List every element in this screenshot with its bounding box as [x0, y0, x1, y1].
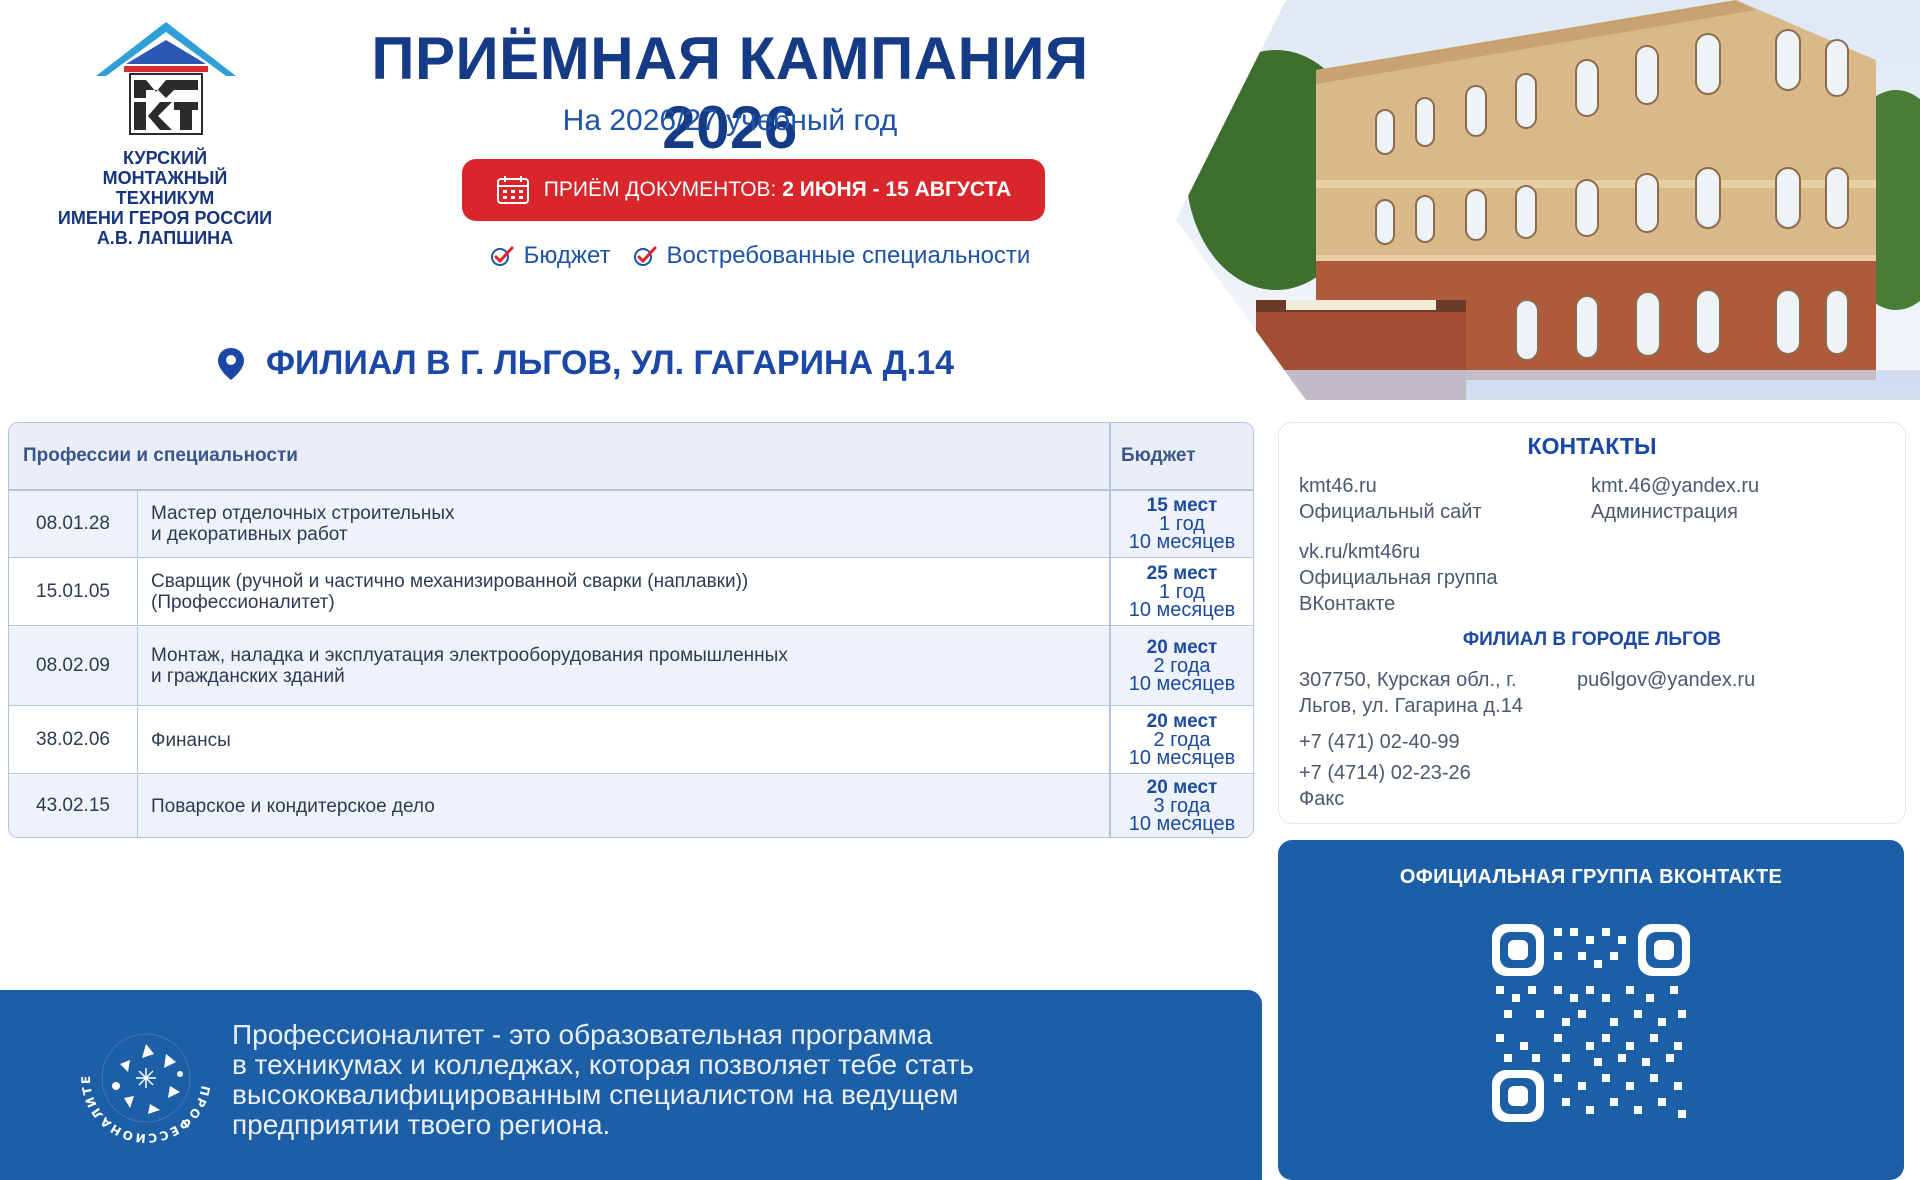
budget-cell: 20 мест 2 года 10 месяцев [1128, 637, 1236, 695]
tag-budget: Бюджет [490, 242, 611, 270]
specialty-code: 43.02.15 [9, 775, 138, 837]
calendar-icon [496, 176, 529, 204]
feature-tags: Бюджет Востребованные специальности [430, 242, 1090, 270]
vk-qr-card: ОФИЦИАЛЬНАЯ ГРУППА ВКОНТАКТЕ [1278, 840, 1904, 1180]
specialty-name: Финансы [151, 729, 231, 751]
dates-value: 2 ИЮНЯ - 15 АВГУСТА [782, 178, 1012, 201]
budget-cell: 15 мест 1 год 10 месяцев [1128, 495, 1236, 553]
header-specialties: Профессии и специальности [23, 445, 298, 466]
budget-cell: 20 мест 3 года 10 месяцев [1128, 777, 1236, 835]
professionalitet-description: Профессионалитет - это образовательная п… [232, 1019, 974, 1140]
table-header: Профессии и специальности Бюджет [9, 423, 1253, 491]
budget-cell: 25 мест 1 год 10 месяцев [1128, 563, 1236, 621]
professionalitet-logo-icon: ПРОФЕССИОНАЛИТЕТ [76, 1008, 211, 1145]
table-row: 38.02.06 Финансы 20 мест 2 года 10 месяц… [9, 707, 1253, 774]
college-logo: КУРСКИЙ МОНТАЖНЫЙ ТЕХНИКУМ ИМЕНИ ГЕРОЯ Р… [40, 18, 290, 258]
website-link[interactable]: kmt46.ru Официальный сайт [1299, 473, 1482, 525]
specialty-code: 08.02.09 [9, 627, 138, 705]
fax-number[interactable]: +7 (4714) 02-23-26 Факс [1299, 760, 1471, 812]
table-row: 08.02.09 Монтаж, наладка и эксплуатация … [9, 627, 1253, 706]
vk-group-link[interactable]: vk.ru/kmt46ru Официальная группа ВКонтак… [1299, 539, 1498, 617]
branch-label: ФИЛИАЛ В Г. ЛЬГОВ, УЛ. ГАГАРИНА Д.14 [266, 344, 955, 382]
dates-prefix: ПРИЁМ ДОКУМЕНТОВ: [543, 178, 777, 201]
kmt-house-logo-icon [96, 22, 236, 135]
specialty-name: Поварское и кондитерское дело [151, 795, 435, 817]
table-row: 43.02.15 Поварское и кондитерское дело 2… [9, 775, 1253, 837]
professionalitet-banner: ПРОФЕССИОНАЛИТЕТ Профессионалитет - это … [0, 990, 1262, 1180]
admin-email-link[interactable]: kmt.46@yandex.ru Администрация [1591, 473, 1759, 525]
location-pin-icon [218, 347, 244, 380]
specialty-name: Монтаж, наладка и эксплуатация электрооб… [151, 645, 788, 687]
branch-email-link[interactable]: pu6lgov@yandex.ru [1577, 667, 1755, 693]
table-row: 08.01.28 Мастер отделочных строительных … [9, 491, 1253, 558]
college-name: КУРСКИЙ МОНТАЖНЫЙ ТЕХНИКУМ ИМЕНИ ГЕРОЯ Р… [57, 148, 273, 248]
page-title: ПРИЁМНАЯ КАМПАНИЯ 2026 [371, 25, 1089, 161]
academic-year-subtitle: На 2026/27 учебный год [562, 104, 898, 137]
branch-address: ФИЛИАЛ В Г. ЛЬГОВ, УЛ. ГАГАРИНА Д.14 [216, 344, 954, 383]
vk-card-title: ОФИЦИАЛЬНАЯ ГРУППА ВКОНТАКТЕ [1399, 866, 1783, 888]
specialty-code: 38.02.06 [9, 707, 138, 773]
column-divider [1109, 423, 1111, 837]
contacts-card: КОНТАКТЫ kmt46.ru Официальный сайт kmt.4… [1278, 422, 1906, 824]
tag-demand: Востребованные специальности [633, 242, 1030, 270]
qr-code-icon[interactable] [1492, 924, 1690, 1122]
specialty-code: 15.01.05 [9, 559, 138, 625]
table-row: 15.01.05 Сварщик (ручной и частично меха… [9, 559, 1253, 626]
budget-cell: 20 мест 2 года 10 месяцев [1128, 711, 1236, 769]
specialty-name: Сварщик (ручной и частично механизирован… [151, 571, 749, 613]
building-photo [1176, 0, 1920, 400]
check-icon [633, 246, 656, 266]
building-image [1176, 0, 1920, 400]
phone-number[interactable]: +7 (471) 02-40-99 [1299, 729, 1460, 755]
admission-dates-badge: ПРИЁМ ДОКУМЕНТОВ: 2 ИЮНЯ - 15 АВГУСТА [462, 159, 1045, 221]
branch-postal-address: 307750, Курская обл., г. Льгов, ул. Гага… [1299, 669, 1523, 717]
specialty-code: 08.01.28 [9, 491, 138, 557]
specialty-name: Мастер отделочных строительных и декорат… [151, 503, 455, 545]
contacts-title: КОНТАКТЫ [1527, 433, 1657, 459]
check-icon [490, 246, 514, 266]
specialties-table: Профессии и специальности Бюджет 08.01.2… [8, 422, 1254, 838]
header-budget: Бюджет [1121, 445, 1196, 466]
branch-contacts-title: ФИЛИАЛ В ГОРОДЕ ЛЬГОВ [1462, 629, 1722, 650]
